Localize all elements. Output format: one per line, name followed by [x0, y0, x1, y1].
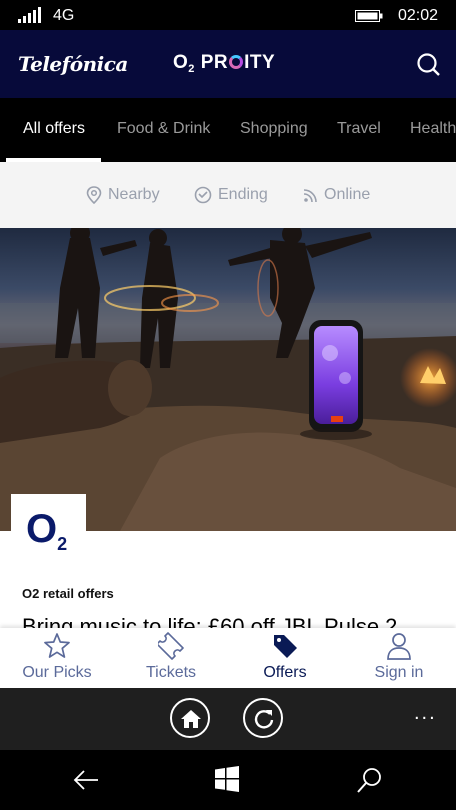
battery-icon: [355, 10, 383, 22]
windows-start-icon[interactable]: [214, 766, 240, 792]
tab-travel[interactable]: Travel: [337, 120, 381, 138]
offer-category: O2 retail offers: [22, 586, 114, 601]
ring-icon: [229, 55, 244, 69]
filter-ending[interactable]: Ending: [194, 186, 268, 204]
bottom-navigation: Our Picks Tickets Offers Sign in: [0, 628, 456, 688]
system-navigation-bar: [0, 750, 456, 810]
o2-priority-logo: O2 PR ITY: [173, 52, 276, 75]
nav-offers[interactable]: Offers: [228, 628, 342, 688]
offer-card[interactable]: O2 O2 retail offers Bring music to life:…: [0, 228, 456, 628]
tab-food-drink[interactable]: Food & Drink: [117, 120, 210, 138]
category-tabs: All offers Food & Drink Shopping Travel …: [0, 98, 456, 162]
location-pin-icon: [86, 186, 102, 204]
nav-sign-in[interactable]: Sign in: [342, 628, 456, 688]
o2-logo: O2: [26, 507, 68, 554]
tab-health[interactable]: Health: [410, 120, 456, 138]
refresh-icon: [254, 710, 274, 729]
beach-party-illustration: [0, 228, 456, 531]
brand-logo: Telefónica: [18, 52, 128, 76]
filter-nearby[interactable]: Nearby: [86, 186, 160, 204]
star-icon: [44, 633, 70, 658]
app-header: Telefónica O2 PR ITY: [0, 30, 456, 98]
offer-hero-image: [0, 228, 456, 531]
more-options-button[interactable]: ...: [414, 702, 437, 725]
home-icon: [181, 710, 201, 728]
filter-bar: Nearby Ending Online: [0, 162, 456, 228]
back-arrow-icon[interactable]: [72, 768, 100, 792]
search-icon[interactable]: [356, 766, 384, 794]
tag-icon: [274, 635, 297, 658]
refresh-button[interactable]: [243, 698, 283, 738]
clock-icon: [194, 186, 212, 204]
wifi-signal-icon: [303, 189, 317, 203]
app-bar: ...: [0, 688, 456, 750]
nav-tickets[interactable]: Tickets: [114, 628, 228, 688]
filter-online[interactable]: Online: [302, 186, 370, 204]
home-button[interactable]: [170, 698, 210, 738]
network-type: 4G: [53, 7, 75, 24]
person-icon: [387, 633, 411, 660]
signal-strength-icon: [18, 7, 41, 23]
tab-shopping[interactable]: Shopping: [240, 120, 308, 138]
search-icon[interactable]: [416, 52, 440, 76]
clock-time: 02:02: [398, 7, 439, 24]
nav-our-picks[interactable]: Our Picks: [0, 628, 114, 688]
ticket-icon: [158, 632, 184, 660]
status-bar: 4G 02:02: [0, 0, 456, 30]
tab-all-offers[interactable]: All offers: [23, 120, 85, 138]
offer-title[interactable]: Bring music to life: £60 off JBL Pulse 2: [22, 614, 397, 628]
